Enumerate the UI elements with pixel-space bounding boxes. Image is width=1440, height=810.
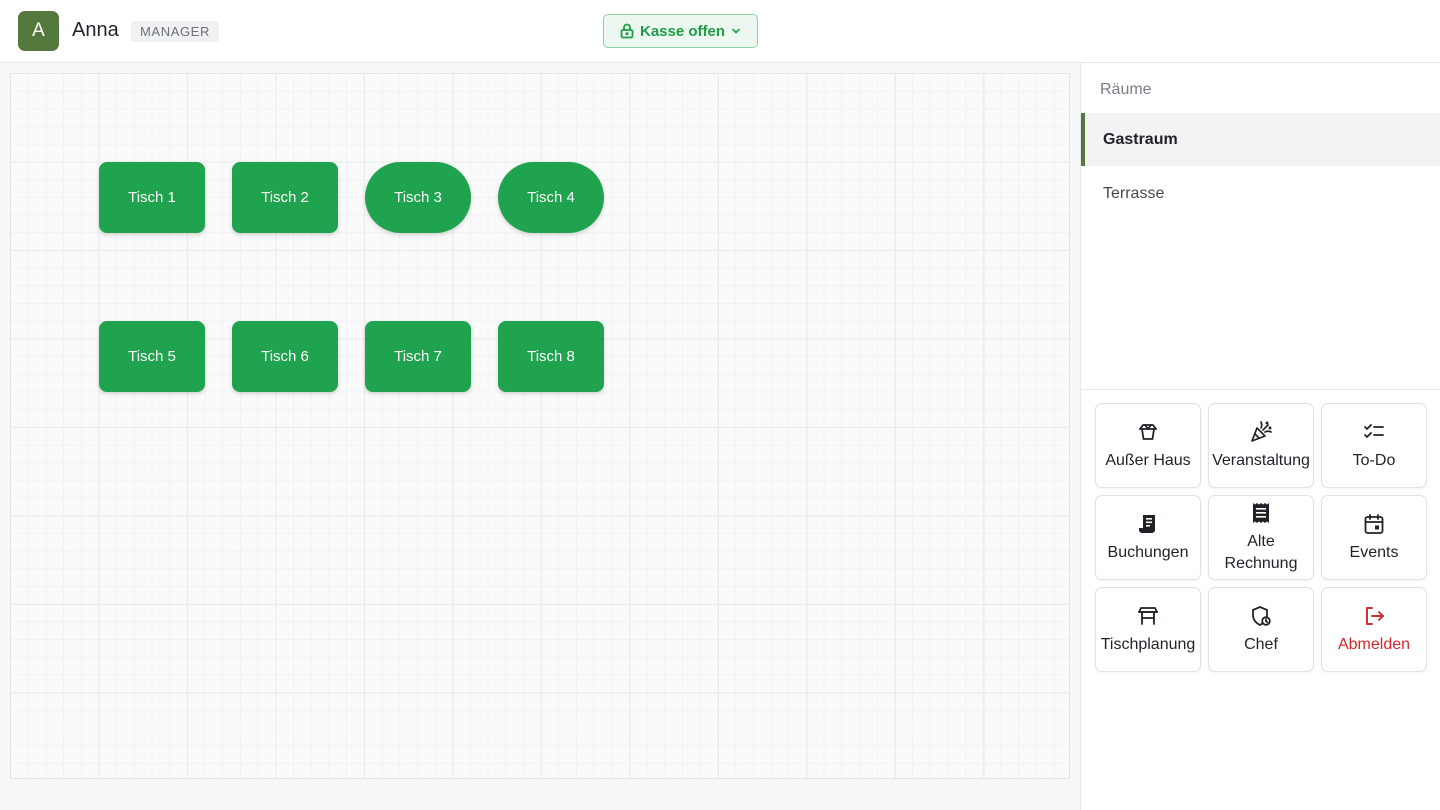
divider [1081,389,1440,390]
receipt-book-icon [1139,514,1155,533]
table-tile[interactable]: Tisch 3 [365,162,471,233]
receipt-icon [1253,502,1269,523]
action-label: Chef [1244,635,1278,653]
lock-open-icon [620,23,634,39]
rooms-heading: Räume [1100,81,1152,98]
right-sidebar: Räume Gastraum Terrasse Außer Haus Veran… [1080,63,1440,810]
room-item-label: Terrasse [1103,184,1165,202]
action-label: To-Do [1352,451,1396,469]
old-invoice-button[interactable]: Alte Rechnung [1208,495,1314,580]
room-item-gastraum[interactable]: Gastraum [1081,113,1440,166]
action-label: Alte Rechnung [1224,532,1298,572]
room-item-label: Gastraum [1103,130,1178,148]
action-label: Buchungen [1107,543,1189,561]
calendar-icon [1364,513,1384,534]
logout-button[interactable]: Abmelden [1321,587,1427,672]
action-grid: Außer Haus Veranstaltung To-Do Buchungen [1095,403,1427,672]
register-status-button[interactable]: Kasse offen [603,14,758,48]
room-item-terrasse[interactable]: Terrasse [1081,167,1440,220]
chef-shield-icon [1252,605,1271,626]
event-booking-button[interactable]: Veranstaltung [1208,403,1314,488]
table-tile[interactable]: Tisch 2 [232,162,338,233]
table-tile[interactable]: Tisch 1 [99,162,205,233]
floor-plan-canvas[interactable]: Tisch 1 Tisch 2 Tisch 3 Tisch 4 Tisch 5 … [10,73,1070,779]
checklist-icon [1364,423,1384,438]
table-tile[interactable]: Tisch 6 [232,321,338,392]
action-label: Veranstaltung [1212,451,1310,469]
top-header: A Anna MANAGER Kasse offen [0,0,1440,63]
table-tile[interactable]: Tisch 7 [365,321,471,392]
chevron-down-icon [732,28,740,34]
user-name: Anna [72,19,119,41]
action-label: Außer Haus [1105,451,1191,469]
takeaway-box-icon [1139,423,1157,440]
bookings-button[interactable]: Buchungen [1095,495,1201,580]
table-planning-button[interactable]: Tischplanung [1095,587,1201,672]
takeaway-button[interactable]: Außer Haus [1095,403,1201,488]
events-button[interactable]: Events [1321,495,1427,580]
table-tile[interactable]: Tisch 4 [498,162,604,233]
action-label: Tischplanung [1100,635,1196,653]
action-label: Events [1349,543,1399,561]
logout-icon [1366,606,1384,625]
role-badge: MANAGER [131,21,219,42]
action-label: Abmelden [1337,635,1411,653]
register-status-label: Kasse offen [639,22,726,40]
chef-button[interactable]: Chef [1208,587,1314,672]
table-tile[interactable]: Tisch 5 [99,321,205,392]
table-icon [1138,606,1158,625]
table-tile[interactable]: Tisch 8 [498,321,604,392]
todo-button[interactable]: To-Do [1321,403,1427,488]
avatar[interactable]: A [18,11,59,51]
party-popper-icon [1251,420,1272,442]
